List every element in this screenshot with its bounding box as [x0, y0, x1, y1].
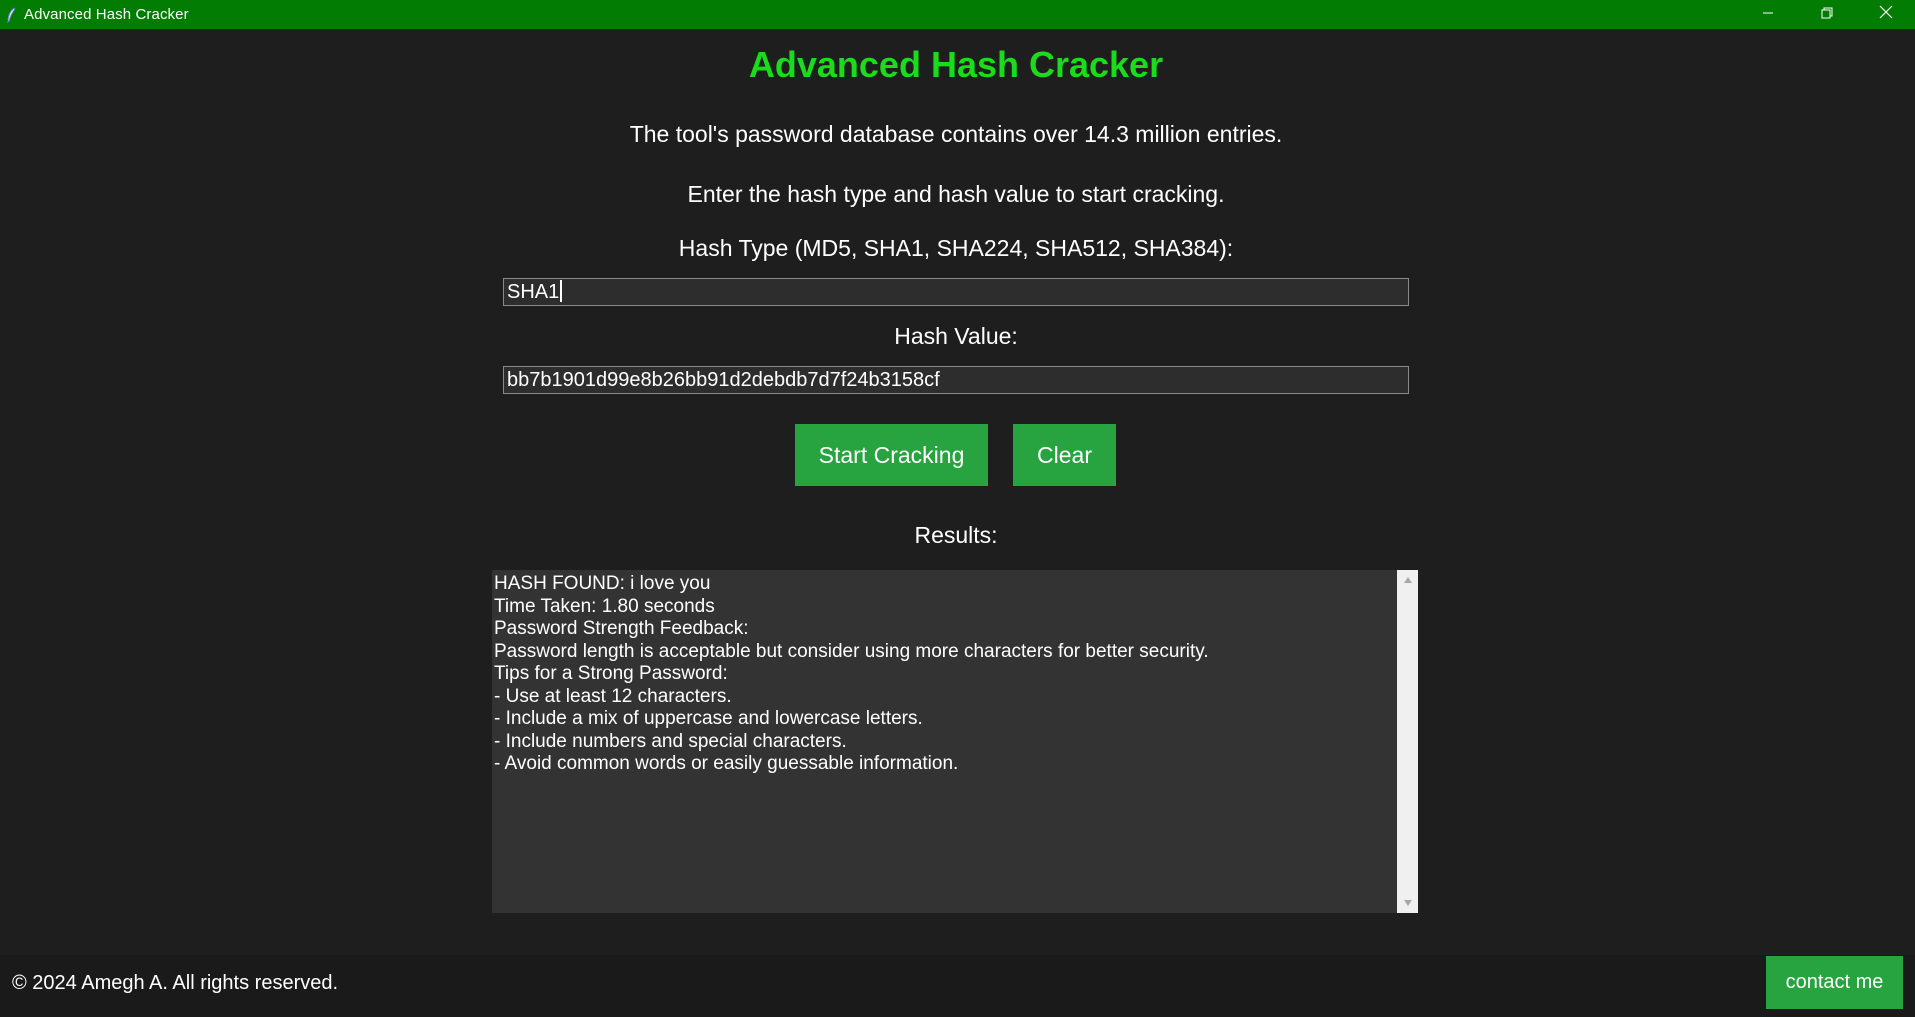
- window-title-bar[interactable]: Advanced Hash Cracker: [0, 0, 1915, 29]
- feather-icon: [4, 6, 18, 24]
- results-textbox[interactable]: HASH FOUND: i love you Time Taken: 1.80 s…: [492, 570, 1418, 913]
- results-label: Results:: [914, 522, 998, 548]
- app-heading: Advanced Hash Cracker: [748, 44, 1164, 85]
- start-cracking-button[interactable]: Start Cracking: [795, 424, 988, 486]
- result-line: - Avoid common words or easily guessable…: [494, 753, 959, 774]
- results-content: HASH FOUND: i love you Time Taken: 1.80 s…: [494, 573, 1394, 776]
- result-line: Password length is acceptable but consid…: [494, 640, 1209, 662]
- hash-type-input[interactable]: SHA1: [503, 278, 1409, 306]
- close-icon: [1879, 5, 1893, 24]
- hash-value-label: Hash Value:: [894, 323, 1018, 349]
- hash-type-label: Hash Type (MD5, SHA1, SHA224, SHA512, SH…: [678, 235, 1234, 261]
- minimize-icon: [1762, 6, 1774, 24]
- close-button[interactable]: [1856, 0, 1915, 29]
- restore-icon: [1821, 6, 1833, 24]
- results-scrollbar[interactable]: [1397, 570, 1418, 913]
- copyright-text: © 2024 Amegh A. All rights reserved.: [12, 972, 339, 994]
- window-controls: [1738, 0, 1915, 29]
- result-line: - Use at least 12 characters.: [494, 685, 732, 707]
- instruction-text: Enter the hash type and hash value to st…: [687, 181, 1225, 207]
- database-note: The tool's password database contains ov…: [629, 121, 1283, 147]
- scroll-down-arrow-icon[interactable]: [1397, 893, 1418, 913]
- restore-button[interactable]: [1797, 0, 1856, 29]
- clear-button[interactable]: Clear: [1013, 424, 1116, 486]
- hash-value-input[interactable]: bb7b1901d99e8b26bb91d2debdb7d7f24b3158cf: [503, 366, 1409, 394]
- result-line: - Include numbers and special characters…: [494, 730, 847, 752]
- contact-me-button[interactable]: contact me: [1766, 956, 1903, 1009]
- footer: © 2024 Amegh A. All rights reserved. con…: [0, 955, 1915, 1017]
- result-line: Password Strength Feedback:: [494, 618, 749, 639]
- minimize-button[interactable]: [1738, 0, 1797, 29]
- hash-value-value: bb7b1901d99e8b26bb91d2debdb7d7f24b3158cf: [507, 369, 940, 391]
- result-line: - Include a mix of uppercase and lowerca…: [494, 708, 923, 729]
- result-line: HASH FOUND: i love you: [494, 573, 711, 594]
- hash-type-value: SHA1: [507, 281, 560, 303]
- window-title: Advanced Hash Cracker: [24, 6, 189, 23]
- result-line: Tips for a Strong Password:: [494, 663, 728, 684]
- text-caret: [560, 280, 563, 303]
- scroll-up-arrow-icon[interactable]: [1397, 570, 1418, 590]
- result-line: Time Taken: 1.80 seconds: [494, 595, 715, 617]
